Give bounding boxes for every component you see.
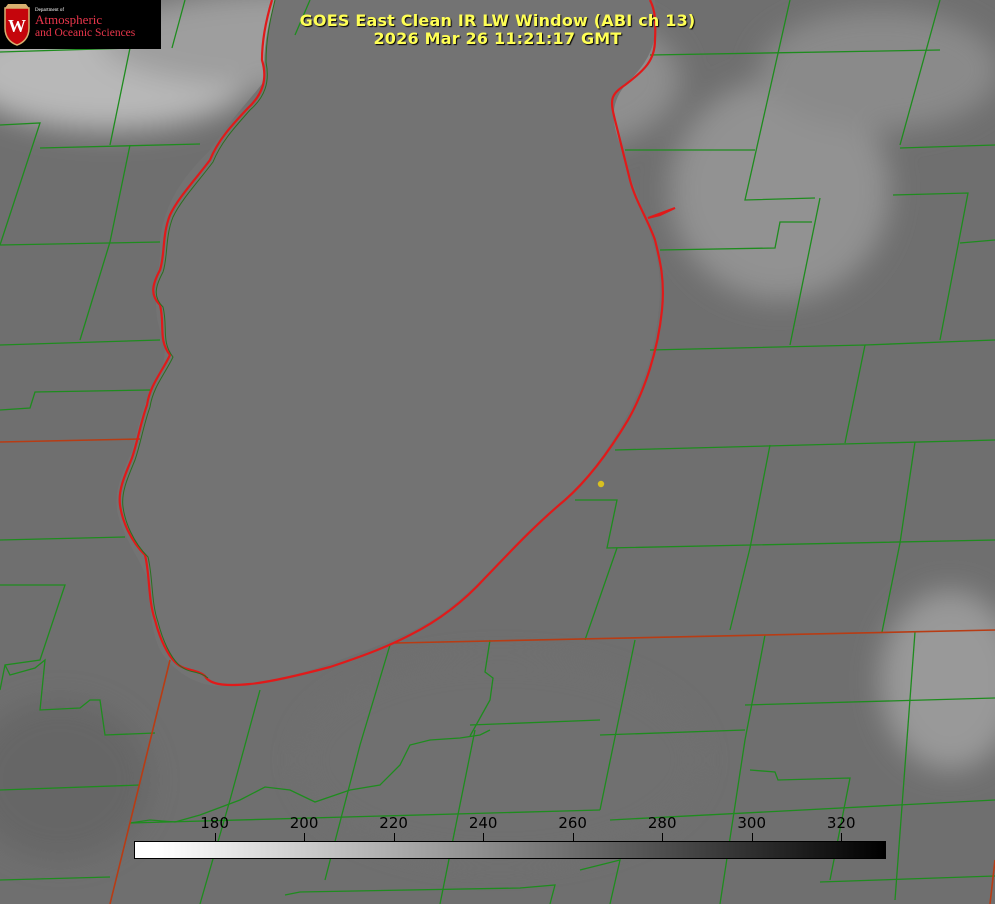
colorbar-tick xyxy=(304,833,306,841)
colorbar-tick xyxy=(393,833,395,841)
satellite-map xyxy=(0,0,995,904)
colorbar-tick xyxy=(214,833,216,841)
colorbar-tick-label: 320 xyxy=(826,814,856,832)
colorbar-tick-label: 300 xyxy=(737,814,767,832)
colorbar-tick-label: 180 xyxy=(200,814,229,832)
colorbar-tick-label: 280 xyxy=(647,814,677,832)
colorbar-tick-label: 240 xyxy=(468,814,498,832)
colorbar-tick xyxy=(751,833,753,841)
colorbar-tick-label: 200 xyxy=(289,814,319,832)
station-marker xyxy=(597,480,605,488)
colorbar-tick-label: 260 xyxy=(558,814,587,832)
colorbar-tick xyxy=(572,833,574,841)
colorbar-tick xyxy=(483,833,485,841)
temperature-colorbar xyxy=(134,841,886,859)
colorbar-tick xyxy=(662,833,664,841)
colorbar-tick xyxy=(841,833,843,841)
colorbar-tick-label: 220 xyxy=(379,814,408,832)
image-title: GOES East Clean IR LW Window (ABI ch 13) xyxy=(299,11,696,30)
image-timestamp: 2026 Mar 26 11:21:17 GMT xyxy=(373,29,622,48)
